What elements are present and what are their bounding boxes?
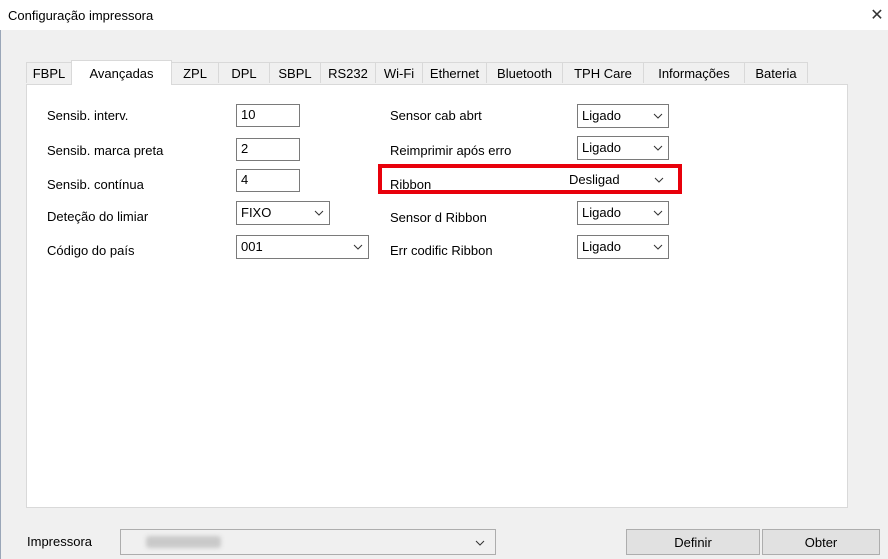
tab-strip: FBPL Avançadas ZPL DPL SBPL RS232 Wi-Fi … <box>26 60 846 85</box>
window-title: Configuração impressora <box>8 8 154 23</box>
tab-label: Bateria <box>755 65 797 81</box>
reimprimir-apos-erro-select[interactable]: Ligado <box>577 136 669 160</box>
sensib-interv-label: Sensib. interv. <box>47 108 129 123</box>
sensib-marca-preta-label: Sensib. marca preta <box>47 143 164 158</box>
get-button[interactable]: Obter <box>762 529 880 555</box>
select-value: FIXO <box>241 205 272 220</box>
tab-bluetooth[interactable]: Bluetooth <box>486 62 563 83</box>
sensib-continua-label: Sensib. contínua <box>47 177 144 192</box>
detecao-limiar-select[interactable]: FIXO <box>236 201 330 225</box>
err-codific-ribbon-label: Err codific Ribbon <box>390 243 493 258</box>
tab-label: RS232 <box>328 65 368 81</box>
codigo-pais-select[interactable]: 001 <box>236 235 369 259</box>
select-value: Ligado <box>582 108 622 123</box>
tab-wifi[interactable]: Wi-Fi <box>375 62 423 83</box>
chevron-down-icon <box>351 239 365 255</box>
chevron-down-icon <box>651 239 665 255</box>
tab-label: FBPL <box>32 65 66 81</box>
tab-tph-care[interactable]: TPH Care <box>562 62 644 83</box>
tab-ethernet[interactable]: Ethernet <box>422 62 487 83</box>
tab-label: Informações <box>658 65 730 81</box>
printer-name-redacted <box>146 536 221 548</box>
sensor-d-ribbon-label: Sensor d Ribbon <box>390 210 487 225</box>
chevron-down-icon <box>312 205 326 221</box>
sensib-interv-input[interactable]: 10 <box>236 104 300 127</box>
printer-label: Impressora <box>27 534 93 549</box>
printer-select[interactable] <box>120 529 496 555</box>
sensib-continua-input[interactable]: 4 <box>236 169 300 192</box>
define-button[interactable]: Definir <box>626 529 760 555</box>
tab-avancadas[interactable]: Avançadas <box>71 60 172 85</box>
tab-label: DPL <box>231 65 257 81</box>
select-value: 001 <box>241 239 263 254</box>
tab-sbpl[interactable]: SBPL <box>269 62 321 83</box>
err-codific-ribbon-select[interactable]: Ligado <box>577 235 669 259</box>
chevron-down-icon <box>473 535 487 551</box>
button-label: Definir <box>674 534 712 550</box>
sensor-cab-abrt-label: Sensor cab abrt <box>390 108 482 123</box>
codigo-pais-label: Código do país <box>47 243 135 258</box>
select-value: Ligado <box>582 239 622 254</box>
tab-label: TPH Care <box>574 65 632 81</box>
tab-zpl[interactable]: ZPL <box>171 62 219 83</box>
detecao-limiar-label: Deteção do limiar <box>47 209 149 224</box>
button-label: Obter <box>804 534 838 550</box>
select-value: Ligado <box>582 140 622 155</box>
tab-fbpl[interactable]: FBPL <box>26 62 72 83</box>
ribbon-highlight-box <box>378 164 682 194</box>
close-icon[interactable]: ✕ <box>866 0 888 30</box>
sensor-cab-abrt-select[interactable]: Ligado <box>577 104 669 128</box>
chevron-down-icon <box>651 140 665 156</box>
sensor-d-ribbon-select[interactable]: Ligado <box>577 201 669 225</box>
title-bar: Configuração impressora ✕ <box>0 0 888 30</box>
tab-rs232[interactable]: RS232 <box>320 62 376 83</box>
tab-label: SBPL <box>278 65 312 81</box>
tab-bateria[interactable]: Bateria <box>744 62 808 83</box>
window-edge <box>0 0 1 559</box>
select-value: Ligado <box>582 205 622 220</box>
tab-label: Ethernet <box>429 65 480 81</box>
chevron-down-icon <box>651 108 665 124</box>
reimprimir-apos-erro-label: Reimprimir após erro <box>390 143 512 158</box>
tab-label: Bluetooth <box>497 65 552 81</box>
tab-informacoes[interactable]: Informações <box>643 62 745 83</box>
tab-dpl[interactable]: DPL <box>218 62 270 83</box>
sensib-marca-preta-input[interactable]: 2 <box>236 138 300 161</box>
tab-label: ZPL <box>183 65 207 81</box>
chevron-down-icon <box>651 205 665 221</box>
tab-label: Wi-Fi <box>383 65 415 81</box>
tab-label: Avançadas <box>89 65 154 81</box>
